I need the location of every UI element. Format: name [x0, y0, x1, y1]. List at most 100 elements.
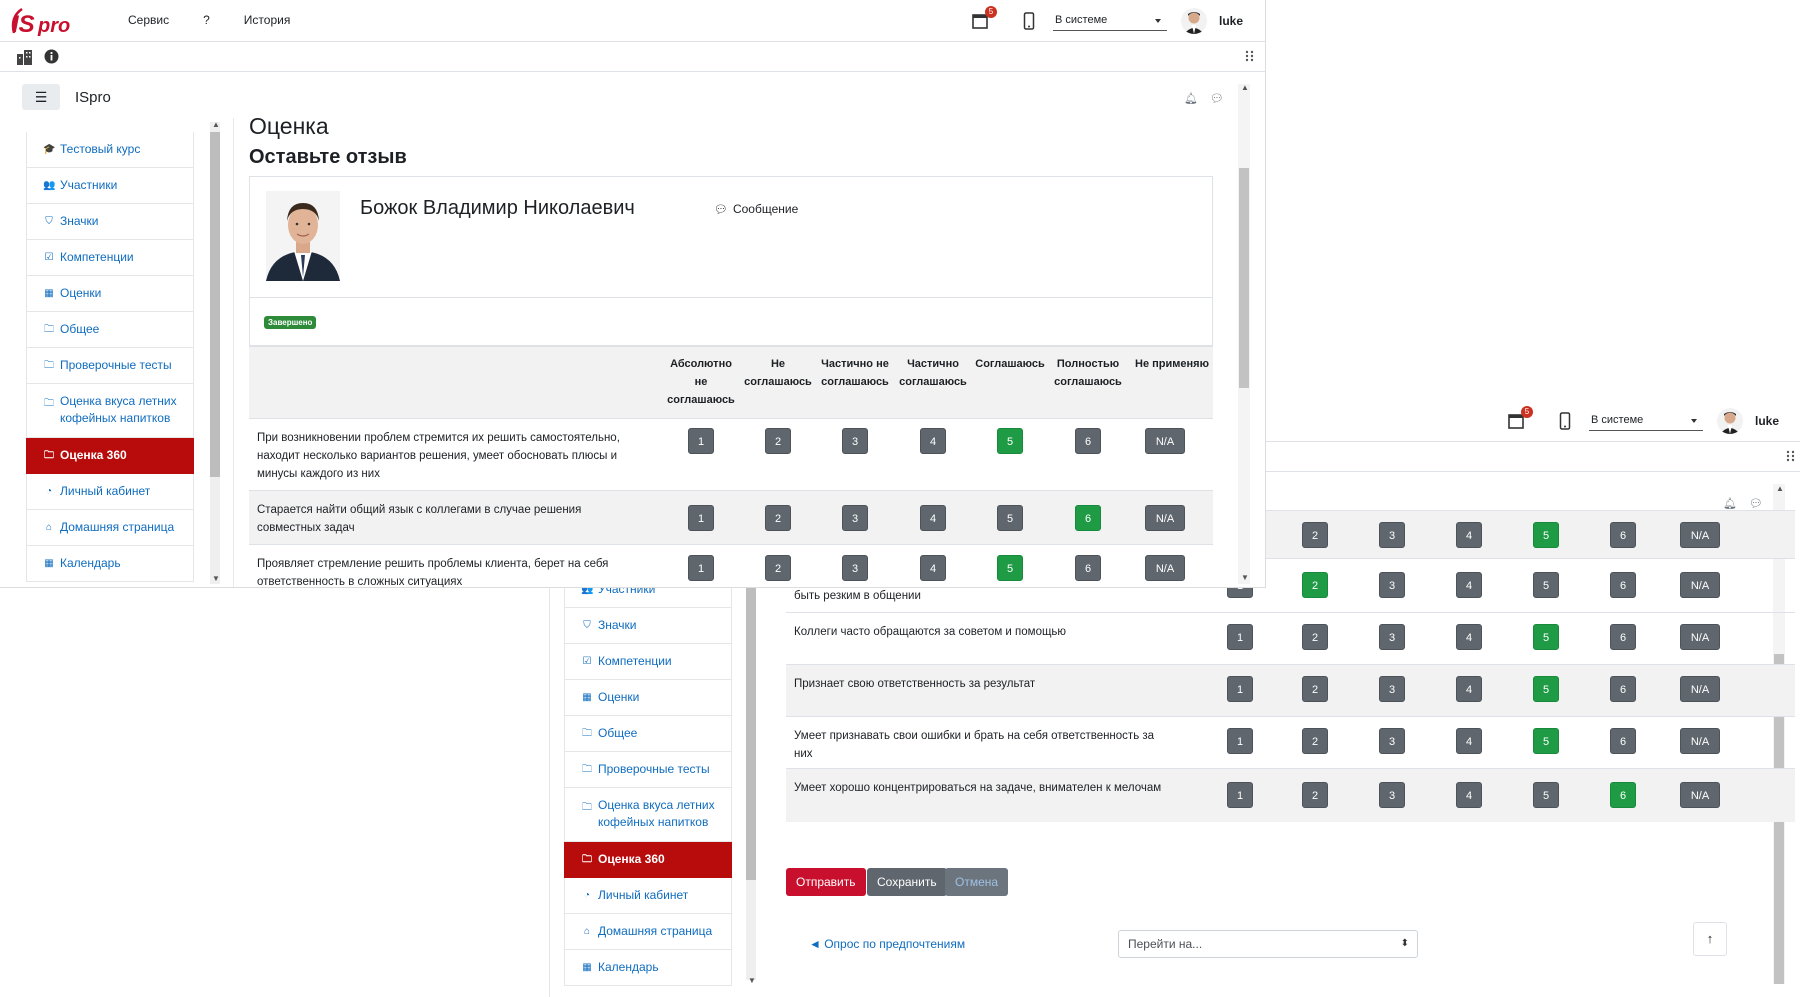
rating-option-button[interactable]: 5 — [1533, 782, 1559, 808]
rating-option-button[interactable]: 1 — [688, 428, 714, 454]
status-select[interactable]: В системе — [1589, 411, 1703, 431]
sidebar-item[interactable]: ☑ Компетенции — [26, 240, 194, 276]
back-to-top-button[interactable]: ↑ — [1693, 922, 1727, 956]
info-icon[interactable] — [44, 49, 59, 64]
sidebar-scrollbar[interactable] — [746, 572, 756, 980]
rating-option-button[interactable]: 4 — [1456, 676, 1482, 702]
rating-option-button[interactable]: 1 — [688, 555, 714, 581]
rating-option-button[interactable]: 5 — [997, 555, 1023, 581]
rating-option-button[interactable]: 6 — [1610, 782, 1636, 808]
user-avatar[interactable] — [1181, 8, 1207, 34]
bell-icon[interactable]: 🔔︎ — [1184, 92, 1198, 105]
sidebar-item[interactable]: 🎓 Тестовый курс — [26, 132, 194, 168]
calendar-icon[interactable]: 5 — [971, 6, 997, 30]
rating-option-button[interactable]: 2 — [765, 428, 791, 454]
rating-option-button[interactable]: 3 — [1379, 782, 1405, 808]
rating-option-button[interactable]: 5 — [997, 428, 1023, 454]
rating-option-button[interactable]: 1 — [688, 505, 714, 531]
user-avatar[interactable] — [1717, 408, 1743, 434]
content-scrollbar[interactable] — [1238, 84, 1250, 584]
bell-icon[interactable]: 🔔︎ — [1723, 497, 1737, 510]
rating-option-button[interactable]: 4 — [1456, 624, 1482, 650]
rating-option-button[interactable]: 4 — [1456, 782, 1482, 808]
send-message-link[interactable]: 💬︎ Сообщение — [714, 202, 798, 216]
rating-option-button[interactable]: 5 — [997, 505, 1023, 531]
rating-option-button[interactable]: N/A — [1680, 572, 1720, 598]
rating-option-button[interactable]: 3 — [1379, 624, 1405, 650]
sidebar-item[interactable]: 🗀 Общее — [26, 312, 194, 348]
mobile-icon[interactable] — [1559, 412, 1571, 430]
rating-option-button[interactable]: 2 — [1302, 624, 1328, 650]
rating-option-button[interactable]: 2 — [1302, 572, 1328, 598]
sidebar-item[interactable]: 👥 Участники — [26, 168, 194, 204]
rating-option-button[interactable]: 5 — [1533, 624, 1559, 650]
rating-option-button[interactable]: 3 — [842, 428, 868, 454]
sidebar-item[interactable]: ▦ Календарь — [564, 950, 732, 986]
sidebar-item[interactable]: 🗀 Оценка вкуса летних кофейных напитков — [564, 788, 732, 842]
rating-option-button[interactable]: 6 — [1610, 728, 1636, 754]
rating-option-button[interactable]: 3 — [1379, 522, 1405, 548]
drawer-toggle-button[interactable]: ☰ — [22, 84, 60, 110]
grid-menu-icon[interactable] — [1245, 50, 1255, 62]
rating-option-button[interactable]: 4 — [920, 505, 946, 531]
rating-option-button[interactable]: N/A — [1145, 428, 1185, 454]
sidebar-item[interactable]: 🗀 Оценка вкуса летних кофейных напитков — [26, 384, 194, 438]
sidebar-item[interactable]: ▦ Оценки — [564, 680, 732, 716]
sidebar-item[interactable]: ⛉ Значки — [564, 608, 732, 644]
rating-option-button[interactable]: 6 — [1610, 624, 1636, 650]
rating-option-button[interactable]: 4 — [1456, 522, 1482, 548]
rating-option-button[interactable]: 6 — [1610, 676, 1636, 702]
building-icon[interactable] — [16, 49, 34, 65]
sidebar-item[interactable]: ◔ Личный кабинет — [26, 474, 194, 510]
previous-activity-link[interactable]: ◄ Опрос по предпочтениям — [809, 937, 965, 951]
rating-option-button[interactable]: 2 — [1302, 782, 1328, 808]
status-select[interactable]: В системе — [1053, 11, 1167, 31]
chat-icon[interactable]: 💬︎ — [1210, 92, 1224, 105]
save-button[interactable]: Сохранить — [867, 868, 947, 896]
mobile-icon[interactable] — [1023, 12, 1035, 30]
cancel-button[interactable]: Отмена — [945, 868, 1009, 896]
rating-option-button[interactable]: N/A — [1680, 624, 1720, 650]
sidebar-item[interactable]: 🗀 Общее — [564, 716, 732, 752]
sidebar-item[interactable]: ▦ Календарь — [26, 546, 194, 582]
menu-service[interactable]: Сервис — [128, 13, 169, 27]
rating-option-button[interactable]: 5 — [1533, 572, 1559, 598]
sidebar-item[interactable]: 🗀 Проверочные тесты — [564, 752, 732, 788]
rating-option-button[interactable]: 3 — [842, 505, 868, 531]
rating-option-button[interactable]: N/A — [1680, 728, 1720, 754]
rating-option-button[interactable]: 4 — [920, 428, 946, 454]
rating-option-button[interactable]: 2 — [1302, 728, 1328, 754]
sidebar-scrollbar[interactable] — [210, 122, 220, 584]
rating-option-button[interactable]: 3 — [1379, 676, 1405, 702]
rating-option-button[interactable]: 4 — [920, 555, 946, 581]
chat-icon[interactable]: 💬︎ — [1749, 497, 1763, 510]
submit-button[interactable]: Отправить — [786, 868, 866, 896]
site-name[interactable]: ISpro — [75, 89, 111, 106]
rating-option-button[interactable]: N/A — [1680, 522, 1720, 548]
rating-option-button[interactable]: 3 — [1379, 728, 1405, 754]
rating-option-button[interactable]: 2 — [1302, 676, 1328, 702]
rating-option-button[interactable]: 2 — [1302, 522, 1328, 548]
grid-menu-icon[interactable] — [1786, 450, 1796, 462]
rating-option-button[interactable]: 3 — [842, 555, 868, 581]
rating-option-button[interactable]: 5 — [1533, 728, 1559, 754]
sidebar-item[interactable]: ⌂ Домашняя страница — [26, 510, 194, 546]
username[interactable]: luke — [1219, 14, 1243, 28]
sidebar-item[interactable]: 🗀 Оценка 360 — [26, 438, 194, 474]
jump-to-select[interactable]: Перейти на... — [1118, 930, 1418, 958]
menu-history[interactable]: История — [244, 13, 291, 27]
rating-option-button[interactable]: 6 — [1075, 505, 1101, 531]
rating-option-button[interactable]: 5 — [1533, 522, 1559, 548]
rating-option-button[interactable]: 4 — [1456, 728, 1482, 754]
rating-option-button[interactable]: 6 — [1075, 555, 1101, 581]
rating-option-button[interactable]: N/A — [1680, 782, 1720, 808]
sidebar-item[interactable]: ▦ Оценки — [26, 276, 194, 312]
rating-option-button[interactable]: 1 — [1227, 728, 1253, 754]
rating-option-button[interactable]: 6 — [1075, 428, 1101, 454]
rating-option-button[interactable]: 6 — [1610, 572, 1636, 598]
rating-option-button[interactable]: 4 — [1456, 572, 1482, 598]
rating-option-button[interactable]: 1 — [1227, 624, 1253, 650]
rating-option-button[interactable]: 6 — [1610, 522, 1636, 548]
sidebar-item[interactable]: ⛉ Значки — [26, 204, 194, 240]
rating-option-button[interactable]: 2 — [765, 555, 791, 581]
